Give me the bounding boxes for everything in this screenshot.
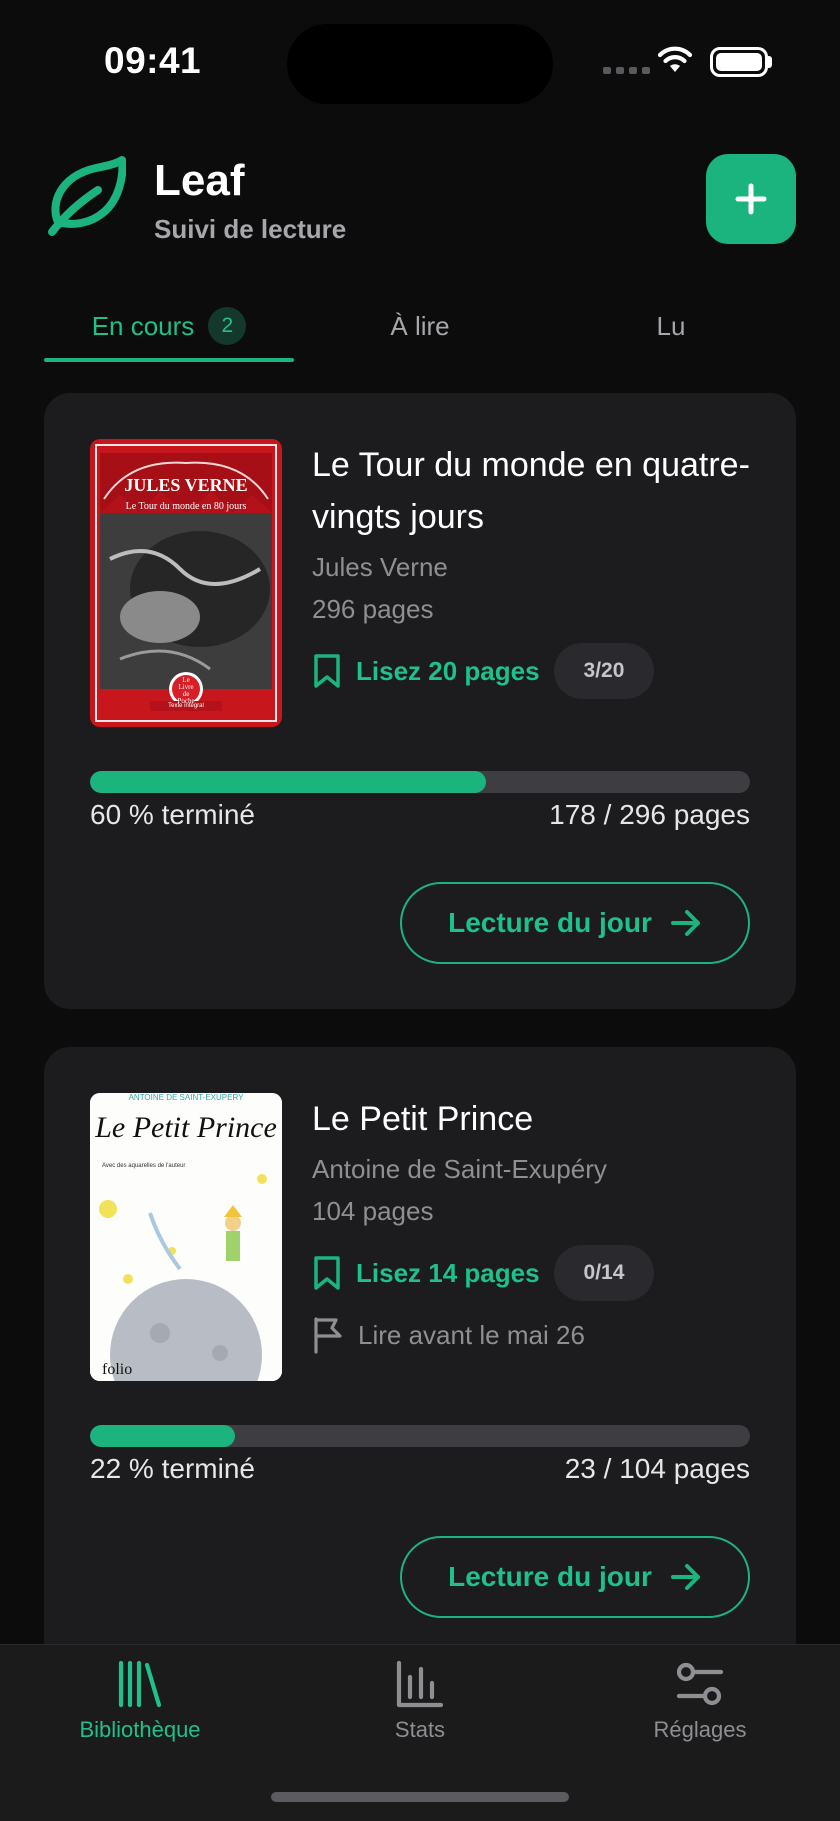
dynamic-island	[287, 24, 553, 104]
daily-reading-button[interactable]: Lecture du jour	[400, 882, 750, 964]
book-page-count: 104 pages	[312, 1196, 434, 1226]
cover-author: ANTOINE DE SAINT-EXUPERY	[128, 1093, 244, 1102]
sliders-icon	[676, 1662, 724, 1706]
plus-icon	[735, 183, 767, 215]
deadline: Lire avant le mai 26	[312, 1313, 756, 1357]
cover-author: JULES VERNE	[124, 475, 248, 495]
book-title: Le Petit Prince	[312, 1100, 534, 1138]
deadline-text: Lire avant le mai 26	[358, 1319, 585, 1350]
shelf-tabs: En cours 2 À lire Lu	[44, 290, 796, 362]
battery-icon	[710, 47, 768, 77]
cellular-signal-icon	[603, 67, 650, 74]
book-title: Le Tour du monde en quatre-vingts jours	[312, 446, 750, 536]
cover-title: Le Petit Prince	[95, 1111, 277, 1144]
bookmark-icon	[314, 1256, 340, 1290]
app-subtitle: Suivi de lecture	[154, 214, 347, 244]
bar-chart-icon	[396, 1660, 444, 1708]
book-cover-image: JULES VERNE Le Tour du monde en 80 jours…	[90, 439, 282, 727]
book-info: Le Tour du monde en quatre-vingts jours …	[312, 439, 756, 699]
app-header: Leaf Suivi de lecture	[44, 150, 796, 250]
bookmark-icon	[314, 654, 340, 688]
progress-percent-label: 60 % terminé	[90, 799, 255, 830]
arrow-right-icon	[670, 910, 700, 936]
nav-bibliotheque[interactable]: Bibliothèque	[30, 1659, 250, 1743]
leaf-logo-icon	[48, 156, 126, 236]
tab-lu[interactable]: Lu	[546, 290, 796, 362]
progress-percent-label: 22 % terminé	[90, 1453, 255, 1484]
nav-label: Bibliothèque	[79, 1717, 201, 1742]
book-author: Jules Verne	[312, 552, 448, 582]
daily-reading-label: Lecture du jour	[448, 907, 652, 938]
book-cover-image: ANTOINE DE SAINT-EXUPERY Le Petit Prince…	[90, 1093, 282, 1381]
wifi-icon	[657, 46, 693, 72]
progress-page-count: 178 / 296 pages	[549, 799, 750, 830]
active-tab-indicator	[44, 358, 294, 362]
nav-label: Stats	[394, 1717, 446, 1742]
daily-goal: Lisez 14 pages 0/14	[312, 1245, 756, 1301]
tab-a-lire[interactable]: À lire	[295, 290, 545, 362]
daily-reading-label: Lecture du jour	[448, 1561, 652, 1592]
home-indicator	[271, 1792, 569, 1802]
cover-publisher-logo: Le Livre de Poche	[169, 677, 203, 705]
daily-goal-text: Lisez 14 pages	[356, 1257, 540, 1288]
daily-goal-text: Lisez 20 pages	[356, 655, 540, 686]
daily-reading-button[interactable]: Lecture du jour	[400, 1536, 750, 1618]
book-card[interactable]: JULES VERNE Le Tour du monde en 80 jours…	[44, 393, 796, 1009]
daily-goal-progress-badge: 3/20	[553, 643, 655, 699]
daily-goal: Lisez 20 pages 3/20	[312, 643, 756, 699]
progress-page-count: 23 / 104 pages	[564, 1453, 750, 1484]
reading-progress-bar	[90, 771, 750, 793]
book-author: Antoine de Saint-Exupéry	[312, 1154, 607, 1184]
tab-en-cours[interactable]: En cours 2	[44, 290, 294, 362]
reading-progress-bar	[90, 1425, 750, 1447]
nav-label: Réglages	[653, 1717, 747, 1742]
cover-edition: Texte intégral	[168, 703, 204, 709]
daily-goal-progress-badge: 0/14	[553, 1245, 655, 1301]
cover-subtitle: Avec des aquarelles de l'auteur	[102, 1163, 186, 1169]
book-page-count: 296 pages	[312, 594, 434, 624]
arrow-right-icon	[670, 1564, 700, 1590]
app-title: Leaf	[154, 156, 245, 205]
tab-count-badge: 2	[208, 307, 247, 345]
reading-progress-fill	[90, 1425, 236, 1447]
library-icon	[118, 1660, 162, 1708]
flag-icon	[314, 1317, 342, 1354]
nav-stats[interactable]: Stats	[310, 1659, 530, 1743]
nav-reglages[interactable]: Réglages	[590, 1659, 810, 1743]
tab-label: En cours	[91, 310, 195, 341]
tab-label: À lire	[390, 310, 450, 341]
reading-progress-fill	[90, 771, 486, 793]
book-card[interactable]: ANTOINE DE SAINT-EXUPERY Le Petit Prince…	[44, 1047, 796, 1667]
status-time: 09:41	[104, 40, 202, 81]
cover-title: Le Tour du monde en 80 jours	[125, 501, 247, 512]
battery-cap	[768, 56, 772, 68]
tab-label: Lu	[656, 310, 686, 341]
add-book-button[interactable]	[706, 154, 796, 244]
status-bar: 09:41	[0, 0, 840, 120]
book-info: Le Petit Prince Antoine de Saint-Exupéry…	[312, 1093, 756, 1357]
cover-publisher: folio	[102, 1361, 133, 1378]
